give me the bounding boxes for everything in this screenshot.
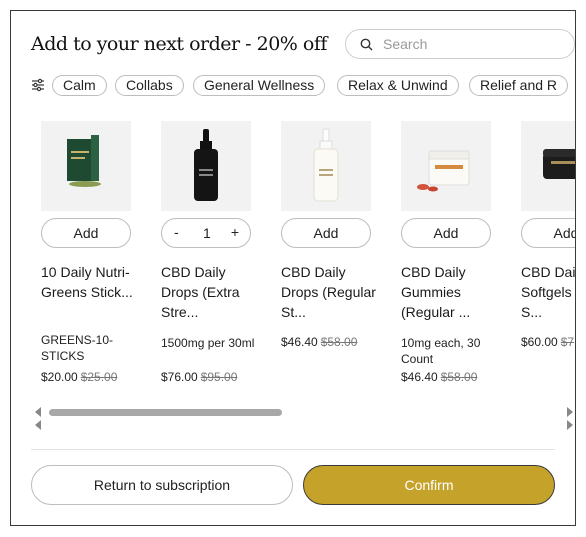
chip-calm[interactable]: Calm	[52, 75, 107, 96]
sale-price: $46.40	[281, 335, 318, 349]
product-carousel: Add 10 Daily Nutri-Greens Stick... GREEN…	[41, 121, 575, 401]
chip-relax-unwind[interactable]: Relax & Unwind	[337, 75, 459, 96]
product-name: CBD Daily Drops (Extra Stre...	[161, 264, 240, 320]
product-price: $46.40 $58.00	[401, 370, 477, 384]
add-to-order-panel: Add to your next order - 20% off Search …	[10, 10, 576, 526]
return-to-subscription-button[interactable]: Return to subscription	[31, 465, 293, 505]
divider	[31, 449, 555, 450]
scroll-right-arrow-icon[interactable]	[567, 407, 573, 417]
sliders-icon[interactable]	[31, 78, 45, 92]
product-name: CBD Daily Drops (Regular St...	[281, 264, 376, 320]
scrollbar-thumb[interactable]	[49, 409, 282, 416]
add-button[interactable]: Add	[41, 218, 131, 248]
header: Add to your next order - 20% off Search	[31, 29, 575, 61]
product-price: $46.40 $58.00	[281, 335, 357, 349]
add-button[interactable]: Add	[281, 218, 371, 248]
product-image-gummies[interactable]	[401, 121, 491, 211]
quantity-value: 1	[203, 225, 211, 241]
product-image-softgels[interactable]	[521, 121, 575, 211]
product-name: CBD Dai Softgels (Extra S...	[521, 264, 576, 320]
search-input[interactable]: Search	[345, 29, 575, 59]
decrease-button[interactable]: -	[174, 224, 179, 240]
chip-relief-and-r[interactable]: Relief and R	[469, 75, 569, 96]
original-price: $95.00	[200, 370, 238, 384]
product-detail: 10mg each, 30 Count	[401, 336, 481, 366]
add-button[interactable]: Add	[401, 218, 491, 248]
sale-price: $46.40	[401, 370, 438, 384]
product-price: $20.00 $25.00	[41, 370, 117, 384]
horizontal-scrollbar[interactable]	[31, 404, 575, 430]
original-price: $58.00	[320, 335, 358, 349]
product-name: CBD Daily Gummies (Regular ...	[401, 264, 471, 320]
add-button[interactable]: Add	[521, 218, 575, 248]
sale-price: $76.00	[161, 370, 198, 384]
chip-collabs[interactable]: Collabs	[115, 75, 184, 96]
search-placeholder: Search	[383, 36, 428, 52]
product-image-drops-regular[interactable]	[281, 121, 371, 211]
scroll-left-arrow-icon[interactable]	[35, 420, 41, 430]
product-image-greens[interactable]	[41, 121, 131, 211]
sale-price: $60.00	[521, 335, 558, 349]
original-price: $58.00	[440, 370, 478, 384]
scroll-right-arrow-icon[interactable]	[567, 420, 573, 430]
product-detail: GREENS-10-STICKS	[41, 333, 114, 363]
increase-button[interactable]: +	[231, 224, 239, 240]
search-icon	[360, 38, 373, 50]
product-price: $76.00 $95.00	[161, 370, 237, 384]
scroll-left-arrow-icon[interactable]	[35, 407, 41, 417]
product-image-drops-extra[interactable]	[161, 121, 251, 211]
confirm-button[interactable]: Confirm	[303, 465, 555, 505]
original-price: $25.00	[80, 370, 118, 384]
sale-price: $20.00	[41, 370, 78, 384]
filter-chips: Calm Collabs General Wellness Relax & Un…	[31, 75, 575, 97]
chip-general-wellness[interactable]: General Wellness	[193, 75, 326, 96]
product-detail: 1500mg per 30ml	[161, 336, 255, 350]
original-price: $7	[560, 335, 575, 349]
product-name: 10 Daily Nutri-Greens Stick...	[41, 264, 133, 300]
product-price: $60.00 $7	[521, 335, 574, 349]
quantity-stepper: - 1 +	[161, 218, 251, 248]
panel-title: Add to your next order - 20% off	[31, 33, 327, 55]
